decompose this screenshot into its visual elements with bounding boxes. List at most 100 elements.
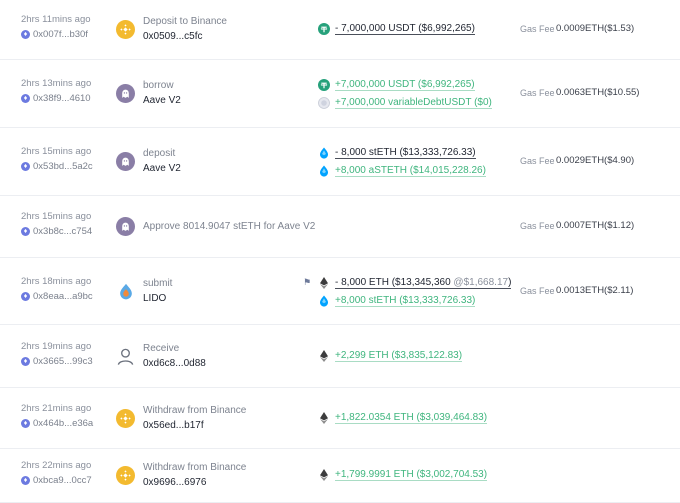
tx-counterparty-link[interactable]: 0xd6c8...0d88 xyxy=(143,358,206,369)
aave-ghost-icon xyxy=(116,152,135,171)
eth-icon xyxy=(318,469,330,481)
binance-icon xyxy=(116,20,135,39)
tx-action: Withdraw from Binance xyxy=(143,405,247,416)
incoming-amount: +7,000,000 USDT ($6,992,265) xyxy=(335,79,475,91)
tx-time: 2hrs 13mins ago xyxy=(21,78,92,89)
tx-counterparty-link[interactable]: LIDO xyxy=(143,293,166,304)
transaction-row: 2hrs 15mins ago ♦ 0x3b8c...c754 Approve 801… xyxy=(0,196,680,258)
tx-time: 2hrs 19mins ago xyxy=(21,341,92,352)
tx-hash-text: 0x007f...b30f xyxy=(33,29,88,40)
transaction-row: 2hrs 22mins ago ♦ 0xbca9...0cc7 Withdraw fr… xyxy=(0,449,680,503)
eth-icon xyxy=(318,412,330,424)
tx-time: 2hrs 11mins ago xyxy=(21,14,91,25)
tx-counterparty-link[interactable]: Aave V2 xyxy=(143,163,181,174)
tx-hash-link[interactable]: ♦ 0x8eaa...a9bc xyxy=(21,291,93,302)
token-transfer[interactable]: +1,822.0354 ETH ($3,039,464.83) xyxy=(318,412,488,424)
gas-fee-label: Gas Fee xyxy=(520,286,555,296)
tx-action: Approve 8014.9047 stETH for Aave V2 xyxy=(143,221,316,232)
incoming-amount: +1,799.9991 ETH ($3,002,704.53) xyxy=(335,469,488,481)
user-icon xyxy=(116,347,135,366)
ethereum-chain-icon: ♦ xyxy=(21,30,30,39)
amount-text: +8,000 stETH ($13,333,726.33) xyxy=(335,295,476,306)
tx-hash-text: 0x38f9...4610 xyxy=(33,93,91,104)
debt-token-icon xyxy=(318,97,330,109)
gas-fee-value: 0.0063ETH($10.55) xyxy=(556,87,640,98)
tx-time: 2hrs 15mins ago xyxy=(21,211,92,222)
incoming-amount: +1,822.0354 ETH ($3,039,464.83) xyxy=(335,412,488,424)
tx-action: borrow xyxy=(143,80,174,91)
token-transfer[interactable]: +2,299 ETH ($3,835,122.83) xyxy=(318,350,463,362)
outgoing-amount: - 8,000 ETH ($13,345,360 @$1,668.17) xyxy=(335,277,512,289)
amount-text: - 8,000 ETH ($13,345,360 xyxy=(335,277,454,288)
tx-hash-link[interactable]: ♦ 0x53bd...5a2c xyxy=(21,161,93,172)
tether-icon xyxy=(318,23,330,35)
token-transfer[interactable]: +8,000 aSTETH ($14,015,228.26) xyxy=(318,165,486,177)
transaction-row: 2hrs 15mins ago ♦ 0x53bd...5a2c deposit Aave… xyxy=(0,128,680,196)
token-transfer[interactable]: - 8,000 ETH ($13,345,360 @$1,668.17) xyxy=(318,277,512,289)
tx-hash-link[interactable]: ♦ 0xbca9...0cc7 xyxy=(21,475,92,486)
gas-fee-label: Gas Fee xyxy=(520,221,555,231)
tx-time: 2hrs 18mins ago xyxy=(21,276,92,287)
aave-ghost-icon xyxy=(116,84,135,103)
ethereum-chain-icon: ♦ xyxy=(21,292,30,301)
outgoing-amount: - 8,000 stETH ($13,333,726.33) xyxy=(335,147,476,159)
tx-hash-text: 0x8eaa...a9bc xyxy=(33,291,93,302)
tx-action: Deposit to Binance xyxy=(143,16,227,27)
gas-fee-value: 0.0009ETH($1.53) xyxy=(556,23,635,34)
transaction-row: 2hrs 13mins ago ♦ 0x38f9...4610 borrow Aave … xyxy=(0,60,680,128)
amount-text: +7,000,000 USDT ($6,992,265) xyxy=(335,79,475,90)
steth-icon xyxy=(318,147,330,159)
token-transfer[interactable]: - 7,000,000 USDT ($6,992,265) xyxy=(318,23,475,35)
gas-fee-value: 0.0029ETH($4.90) xyxy=(556,155,635,166)
tx-counterparty-link[interactable]: 0x0509...c5fc xyxy=(143,31,202,42)
tx-hash-text: 0x53bd...5a2c xyxy=(33,161,93,172)
transaction-history-list: 2hrs 11mins ago ♦ 0x007f...b30f Deposit to … xyxy=(0,0,680,503)
tx-hash-text: 0x464b...e36a xyxy=(33,418,94,429)
binance-icon xyxy=(116,409,135,428)
tx-counterparty-link[interactable]: 0x9696...6976 xyxy=(143,477,206,488)
token-transfer[interactable]: +8,000 stETH ($13,333,726.33) xyxy=(318,295,476,307)
tx-action: submit xyxy=(143,278,173,289)
amount-text: +1,799.9991 ETH ($3,002,704.53) xyxy=(335,469,488,480)
tx-hash-text: 0x3b8c...c754 xyxy=(33,226,93,237)
eth-icon xyxy=(318,350,330,362)
gas-fee-value: 0.0007ETH($1.12) xyxy=(556,220,635,231)
tx-hash-link[interactable]: ♦ 0x3b8c...c754 xyxy=(21,226,92,237)
tether-icon xyxy=(318,79,330,91)
tx-action: Withdraw from Binance xyxy=(143,462,247,473)
tx-hash-text: 0xbca9...0cc7 xyxy=(33,475,92,486)
amount-text: +2,299 ETH ($3,835,122.83) xyxy=(335,350,463,361)
transaction-row: 2hrs 19mins ago ♦ 0x3665...99c3 Receive 0xd6… xyxy=(0,325,680,388)
tx-counterparty-link[interactable]: Aave V2 xyxy=(143,95,181,106)
lido-drop-icon xyxy=(116,282,135,301)
ethereum-chain-icon: ♦ xyxy=(21,94,30,103)
binance-icon xyxy=(116,466,135,485)
token-transfer[interactable]: - 8,000 stETH ($13,333,726.33) xyxy=(318,147,476,159)
amount-text: - 7,000,000 USDT ($6,992,265) xyxy=(335,23,475,34)
steth-icon xyxy=(318,165,330,177)
ethereum-chain-icon: ♦ xyxy=(21,227,30,236)
tx-hash-link[interactable]: ♦ 0x464b...e36a xyxy=(21,418,93,429)
tx-action: Receive xyxy=(143,343,180,354)
transaction-row: 2hrs 18mins ago ♦ 0x8eaa...a9bc submit LIDO ⚑… xyxy=(0,258,680,325)
tx-counterparty-link[interactable]: 0x56ed...b17f xyxy=(143,420,204,431)
token-transfer[interactable]: +1,799.9991 ETH ($3,002,704.53) xyxy=(318,469,488,481)
tx-hash-link[interactable]: ♦ 0x38f9...4610 xyxy=(21,93,91,104)
amount-text: - 8,000 stETH ($13,333,726.33) xyxy=(335,147,476,158)
tx-time: 2hrs 21mins ago xyxy=(21,403,92,414)
amount-text: +7,000,000 variableDebtUSDT ($0) xyxy=(335,97,492,108)
ethereum-chain-icon: ♦ xyxy=(21,476,30,485)
gas-fee-label: Gas Fee xyxy=(520,24,555,34)
incoming-amount: +7,000,000 variableDebtUSDT ($0) xyxy=(335,97,492,109)
transaction-row: 2hrs 11mins ago ♦ 0x007f...b30f Deposit to … xyxy=(0,0,680,60)
flag-icon[interactable]: ⚑ xyxy=(303,277,311,288)
amount-text: +8,000 aSTETH ($14,015,228.26) xyxy=(335,165,486,176)
tx-hash-text: 0x3665...99c3 xyxy=(33,356,93,367)
amount-close-paren: ) xyxy=(508,277,512,288)
token-transfer[interactable]: +7,000,000 variableDebtUSDT ($0) xyxy=(318,97,492,109)
tx-hash-link[interactable]: ♦ 0x007f...b30f xyxy=(21,29,88,40)
tx-hash-link[interactable]: ♦ 0x3665...99c3 xyxy=(21,356,93,367)
steth-icon xyxy=(318,295,330,307)
ethereum-chain-icon: ♦ xyxy=(21,357,30,366)
token-transfer[interactable]: +7,000,000 USDT ($6,992,265) xyxy=(318,79,475,91)
